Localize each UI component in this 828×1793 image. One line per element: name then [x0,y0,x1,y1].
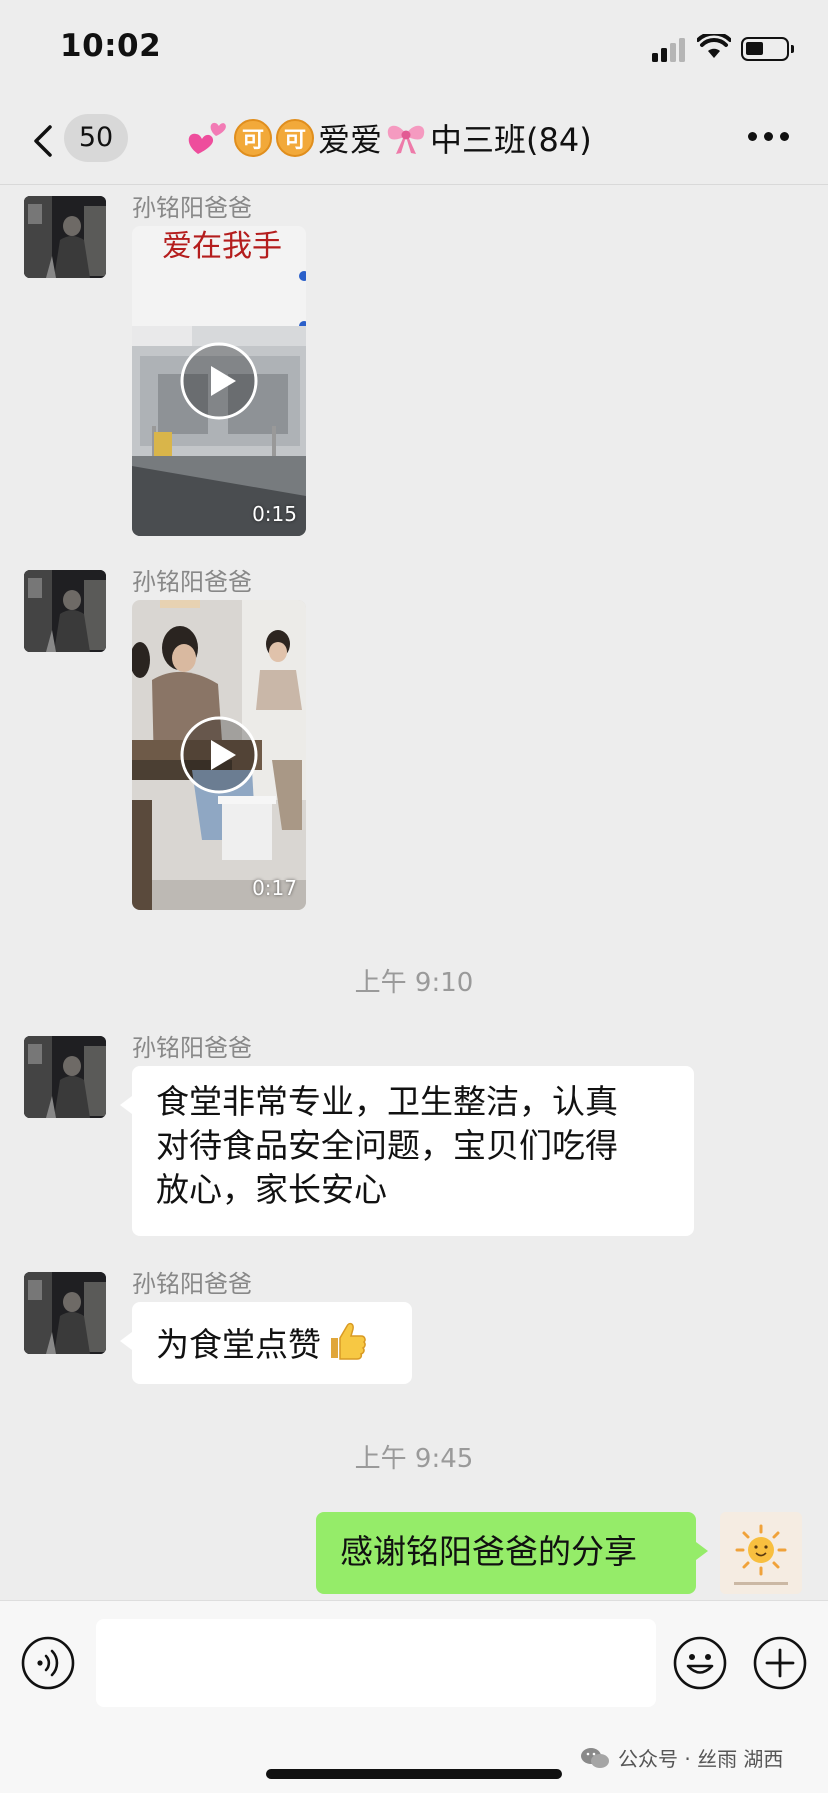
two-hearts-icon [188,122,226,154]
signal-icon [652,38,688,62]
title-badge-2: 可 [276,119,314,157]
video-message[interactable]: 爱在我手 0:15 [132,226,306,536]
more-icon[interactable] [748,132,790,142]
sender-name: 孙铭阳爸爸 [132,568,252,596]
wifi-icon [697,34,731,58]
avatar[interactable] [24,570,106,652]
watermark-text: 公众号 · 丝雨 湖西 [618,1747,784,1771]
my-message-bubble[interactable]: 感谢铭阳爸爸的分享 [316,1512,708,1594]
message-text: 为食堂点赞 [156,1325,321,1364]
message-input[interactable] [96,1619,656,1707]
thumbs-up-icon [331,1322,366,1360]
title-text-1: 爱爱 [318,121,383,159]
video-duration: 0:17 [252,876,297,900]
sender-name: 孙铭阳爸爸 [132,1270,252,1298]
message-timestamp: 上午 9:10 [354,968,474,998]
video-message[interactable]: 0:17 [132,600,306,910]
watermark: 公众号 · 丝雨 湖西 [580,1743,783,1772]
play-icon[interactable] [179,341,259,421]
message-line: 食堂非常专业，卫生整洁，认真 [156,1082,618,1121]
emoji-icon[interactable] [672,1635,728,1691]
plus-icon[interactable] [752,1635,808,1691]
title-badge-1: 可 [234,119,272,157]
voice-icon[interactable] [20,1635,76,1691]
message-timestamp: 上午 9:45 [354,1444,474,1474]
unread-count-badge[interactable]: 50 [64,114,128,162]
message-line: 对待食品安全问题，宝贝们吃得 [156,1126,618,1165]
message-text: 感谢铭阳爸爸的分享 [340,1532,637,1571]
avatar[interactable] [24,1036,106,1118]
chat-header: 50 可 可 爱爱 中三班(84) [0,96,828,185]
avatar[interactable] [24,196,106,278]
home-indicator [266,1769,562,1779]
text-message-bubble[interactable]: 为食堂点赞 [120,1302,412,1384]
input-bar: 公众号 · 丝雨 湖西 [0,1600,828,1793]
chat-title: 可 可 爱爱 中三班(84) [186,110,592,166]
status-bar: 10:02 [0,0,828,96]
play-icon[interactable] [179,715,259,795]
ribbon-bow-icon [387,125,425,154]
wechat-icon [581,1747,609,1768]
message-line: 放心，家长安心 [156,1170,387,1209]
svg-text:爱在我手: 爱在我手 [162,229,282,264]
sender-name: 孙铭阳爸爸 [132,1034,252,1062]
status-time: 10:02 [60,28,162,64]
sender-name: 孙铭阳爸爸 [132,194,252,222]
chevron-left-icon[interactable] [30,124,58,158]
battery-icon [741,37,794,61]
avatar[interactable] [24,1272,106,1354]
video-duration: 0:15 [252,502,297,526]
text-message-bubble[interactable]: 食堂非常专业，卫生整洁，认真 对待食品安全问题，宝贝们吃得 放心，家长安心 [120,1066,694,1236]
my-avatar[interactable] [720,1512,802,1594]
title-text-2: 中三班(84) [430,121,592,159]
